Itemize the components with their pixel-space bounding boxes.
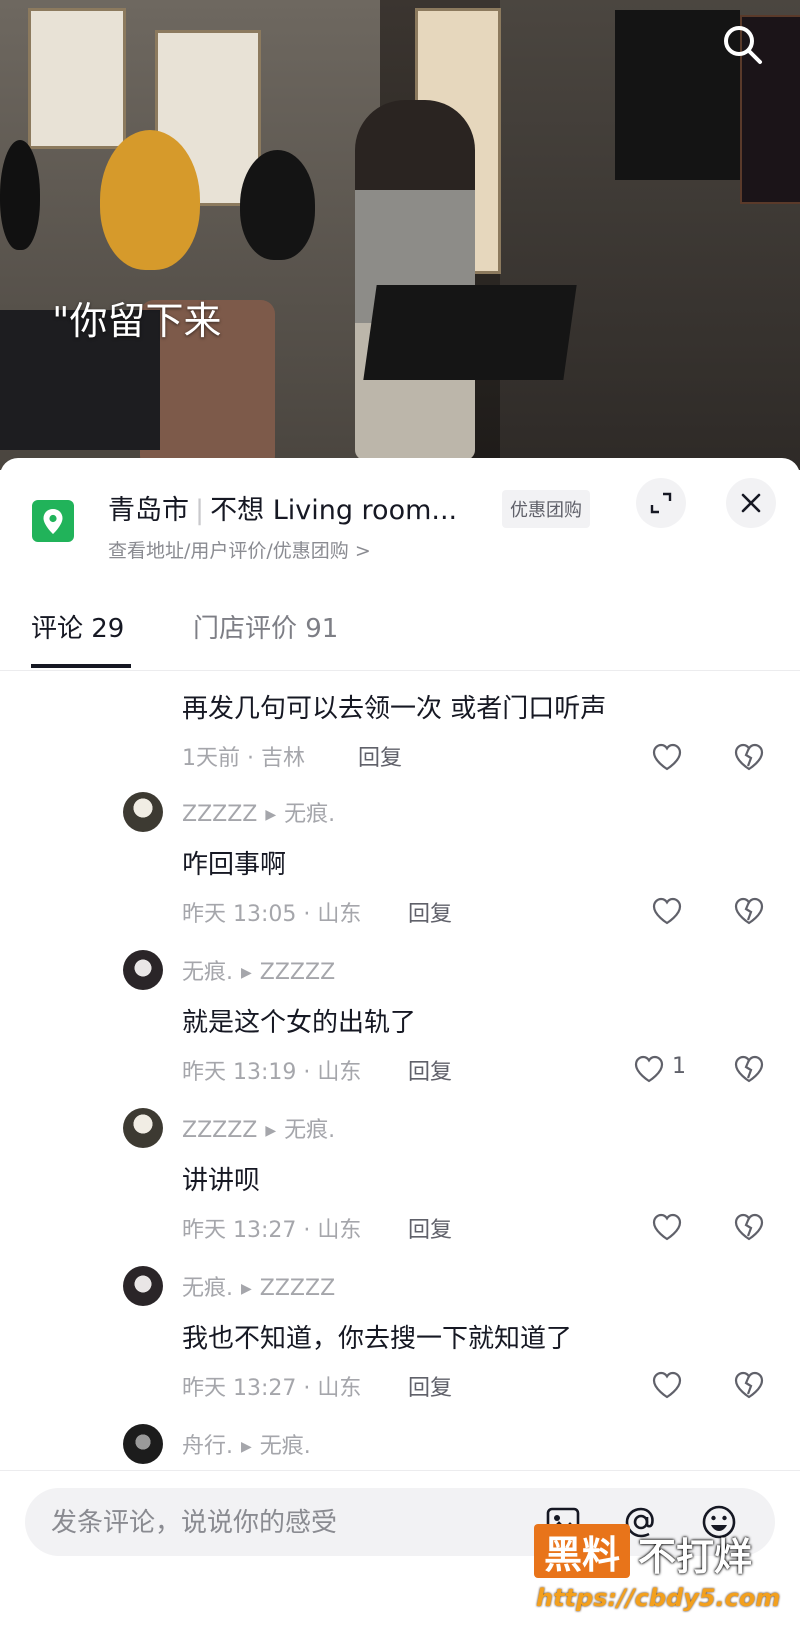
video-lyric-caption: "你留下来: [52, 299, 222, 343]
reply-item: ZZZZZ ▶ 无痕. 咋回事啊 昨天 13:05 · 山东 回复: [0, 792, 800, 950]
divider: |: [195, 495, 205, 526]
reply-button[interactable]: 回复: [358, 740, 402, 772]
reply-button[interactable]: 回复: [408, 896, 452, 928]
reply-button[interactable]: 回复: [408, 1054, 452, 1086]
like-icon[interactable]: [632, 1052, 666, 1086]
close-icon: [741, 493, 761, 513]
watermark-url: https://cbdy5.com: [536, 1584, 781, 1612]
comment-input[interactable]: [49, 1500, 483, 1546]
deal-tag[interactable]: 优惠团购: [502, 490, 590, 528]
comment-tabs: 评论 29 门店评价 91: [0, 598, 800, 671]
reply-users: ZZZZZ ▶ 无痕.: [182, 1112, 335, 1144]
reply-item: 无痕. ▶ ZZZZZ 我也不知道，你去搜一下就知道了 昨天 13:27 · 山东 …: [0, 1266, 800, 1424]
reply-users: 无痕. ▶ ZZZZZ: [182, 1270, 335, 1302]
reply-item: 无痕. ▶ ZZZZZ 就是这个女的出轨了 昨天 13:19 · 山东 回复 1: [0, 950, 800, 1108]
reply-arrow-icon: ▶: [241, 1281, 252, 1297]
comment-text: 就是这个女的出轨了: [182, 1008, 417, 1038]
watermark-text: 不打烊: [638, 1535, 753, 1579]
acoustic-guitar: [100, 130, 200, 270]
store-city: 青岛市: [108, 495, 189, 526]
reply-from[interactable]: ZZZZZ: [182, 1118, 257, 1143]
comment-text: 我也不知道，你去搜一下就知道了: [182, 1324, 573, 1354]
dislike-icon[interactable]: [732, 1052, 766, 1086]
reply-from[interactable]: 舟行.: [182, 1434, 233, 1459]
expand-button[interactable]: [636, 478, 686, 528]
reply-from[interactable]: 无痕.: [182, 1276, 233, 1301]
reply-arrow-icon: ▶: [265, 807, 277, 823]
expand-icon: [650, 492, 672, 514]
music-stand: [363, 285, 577, 380]
avatar[interactable]: [123, 1424, 163, 1464]
reply-to[interactable]: 无痕.: [284, 802, 335, 827]
avatar[interactable]: [123, 950, 163, 990]
like-count: 1: [672, 1054, 686, 1079]
comment-text: 咋回事啊: [182, 850, 287, 880]
watermark: 黑料 不打烊 https://cbdy5.com: [534, 1524, 780, 1624]
reply-from[interactable]: 无痕.: [182, 960, 233, 985]
reply-users: 舟行. ▶ 无痕.: [182, 1428, 311, 1460]
dislike-icon[interactable]: [732, 894, 766, 928]
like-icon[interactable]: [650, 1368, 684, 1402]
store-name: 不想 Living room...: [210, 495, 458, 526]
comment-text: 再发几句可以去领一次 或者门口听声: [182, 694, 607, 724]
reply-to[interactable]: ZZZZZ: [260, 960, 335, 985]
location-pin-icon: [32, 500, 74, 542]
dislike-icon[interactable]: [732, 1368, 766, 1402]
avatar[interactable]: [123, 792, 163, 832]
store-title[interactable]: 青岛市 | 不想 Living room...: [108, 488, 457, 527]
avatar[interactable]: [123, 1108, 163, 1148]
reply-arrow-icon: ▶: [241, 1439, 252, 1455]
singer: [355, 100, 475, 460]
comment-meta: 1天前 · 吉林: [182, 746, 305, 771]
dislike-icon[interactable]: [732, 1210, 766, 1244]
store-subtitle-link[interactable]: 查看地址/用户评价/优惠团购 >: [108, 536, 371, 563]
like-icon[interactable]: [650, 894, 684, 928]
tab-comments[interactable]: 评论 29: [31, 608, 124, 645]
close-button[interactable]: [726, 478, 776, 528]
comment-meta: 昨天 13:19 · 山东: [182, 1060, 362, 1085]
reply-arrow-icon: ▶: [241, 965, 252, 981]
electric-guitar: [0, 140, 40, 250]
tab-store-reviews[interactable]: 门店评价 91: [193, 608, 338, 645]
reply-users: ZZZZZ ▶ 无痕.: [182, 796, 335, 828]
comment-meta: 昨天 13:27 · 山东: [182, 1376, 362, 1401]
reply-arrow-icon: ▶: [265, 1123, 277, 1139]
reply-button[interactable]: 回复: [408, 1370, 452, 1402]
comment-meta: 昨天 13:27 · 山东: [182, 1218, 362, 1243]
store-card[interactable]: 青岛市 | 不想 Living room... 优惠团购 查看地址/用户评价/优惠团…: [0, 458, 800, 578]
reply-users: 无痕. ▶ ZZZZZ: [182, 954, 335, 986]
dislike-icon[interactable]: [732, 740, 766, 774]
bass-guitar: [240, 150, 315, 260]
search-icon[interactable]: [718, 20, 768, 70]
calligraphy-poster: [28, 8, 126, 149]
comment-text: 讲讲呗: [182, 1166, 261, 1196]
like-icon[interactable]: [650, 740, 684, 774]
like-icon[interactable]: [650, 1210, 684, 1244]
reply-from[interactable]: ZZZZZ: [182, 802, 257, 827]
reply-to[interactable]: 无痕.: [260, 1434, 311, 1459]
reply-item: ZZZZZ ▶ 无痕. 讲讲呗 昨天 13:27 · 山东 回复: [0, 1108, 800, 1266]
watermark-badge: 黑料: [534, 1524, 630, 1578]
reply-to[interactable]: ZZZZZ: [260, 1276, 335, 1301]
reply-button[interactable]: 回复: [408, 1212, 452, 1244]
comment-panel: 青岛市 | 不想 Living room... 优惠团购 查看地址/用户评价/优惠团…: [0, 458, 800, 1638]
active-tab-indicator: [31, 664, 131, 668]
avatar[interactable]: [123, 1266, 163, 1306]
reply-to[interactable]: 无痕.: [284, 1118, 335, 1143]
video-player[interactable]: "你留下来: [0, 0, 800, 470]
comment-meta: 昨天 13:05 · 山东: [182, 902, 362, 927]
